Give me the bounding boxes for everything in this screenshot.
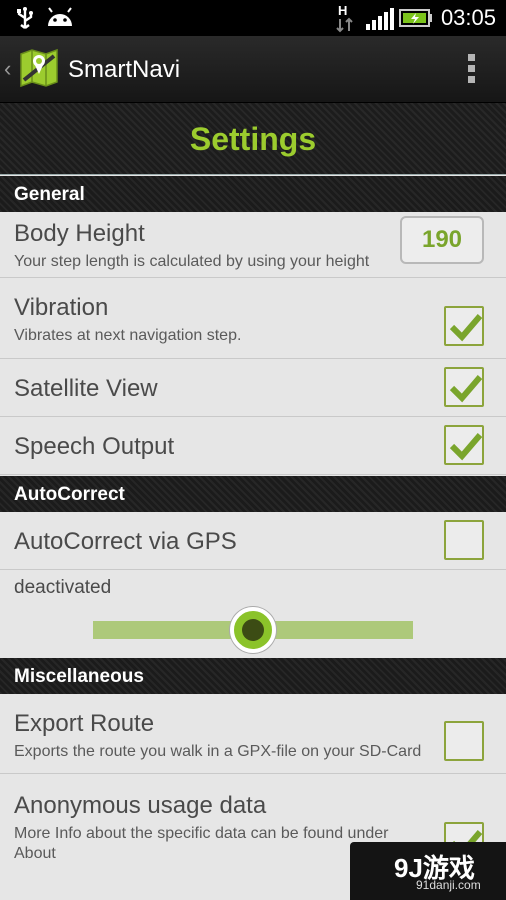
usb-icon (14, 6, 36, 35)
checkmark-icon (449, 375, 483, 403)
export-route-checkbox[interactable] (444, 721, 484, 761)
body-height-input[interactable]: 190 (400, 216, 484, 264)
app-title: SmartNavi (68, 56, 181, 83)
section-header-misc: Miscellaneous (0, 658, 506, 694)
android-icon (46, 6, 74, 33)
pref-vibration[interactable]: Vibration Vibrates at next navigation st… (0, 278, 506, 359)
watermark-url: 91danji.com (416, 878, 481, 892)
section-label-misc: Miscellaneous (14, 666, 144, 687)
pref-title: AutoCorrect via GPS (14, 528, 237, 555)
pref-body-height[interactable]: Body Height Your step length is calculat… (0, 212, 506, 278)
battery-icon (399, 9, 433, 32)
status-time: 03:05 (440, 5, 496, 30)
speech-output-checkbox[interactable] (444, 425, 484, 465)
status-bar: H 03:05 (0, 0, 506, 36)
pref-title: Satellite View (14, 375, 158, 402)
settings-header: Settings (0, 103, 506, 175)
pref-export-route[interactable]: Export Route Exports the route you walk … (0, 694, 506, 774)
autocorrect-level-label: deactivated (14, 577, 112, 598)
action-bar: ‹ SmartNavi (0, 36, 506, 103)
pref-title: Speech Output (14, 433, 175, 460)
pref-summary: Vibrates at next navigation step. (14, 327, 242, 344)
autocorrect-gps-checkbox[interactable] (444, 520, 484, 560)
section-header-general: General (0, 176, 506, 212)
signal-icon (366, 8, 394, 35)
section-header-autocorrect: AutoCorrect (0, 476, 506, 512)
pref-title: Vibration (14, 294, 109, 321)
pref-satellite-view[interactable]: Satellite View (0, 359, 506, 417)
vibration-checkbox[interactable] (444, 306, 484, 346)
app-logo-icon[interactable] (18, 48, 60, 93)
up-caret-icon[interactable]: ‹ (4, 56, 11, 82)
section-label-general: General (14, 184, 85, 205)
pref-speech-output[interactable]: Speech Output (0, 417, 506, 475)
overflow-menu-icon[interactable] (466, 54, 476, 84)
pref-summary: Your step length is calculated by using … (14, 253, 370, 270)
pref-summary: Exports the route you walk in a GPX-file… (14, 743, 422, 760)
section-label-autocorrect: AutoCorrect (14, 484, 125, 505)
pref-title: Anonymous usage data (14, 792, 267, 819)
pref-autocorrect-gps[interactable]: AutoCorrect via GPS (0, 512, 506, 570)
svg-text:H: H (338, 3, 347, 18)
pref-title: Body Height (14, 220, 145, 247)
satellite-view-checkbox[interactable] (444, 367, 484, 407)
network-h-icon: H (334, 3, 356, 38)
pref-title: Export Route (14, 710, 155, 737)
watermark: 9J游戏 91danji.com (350, 842, 506, 900)
page-title: Settings (189, 121, 317, 157)
slider-thumb[interactable] (230, 607, 276, 653)
checkmark-icon (449, 314, 483, 342)
checkmark-icon (449, 433, 483, 461)
pref-autocorrect-level: deactivated (0, 570, 506, 658)
